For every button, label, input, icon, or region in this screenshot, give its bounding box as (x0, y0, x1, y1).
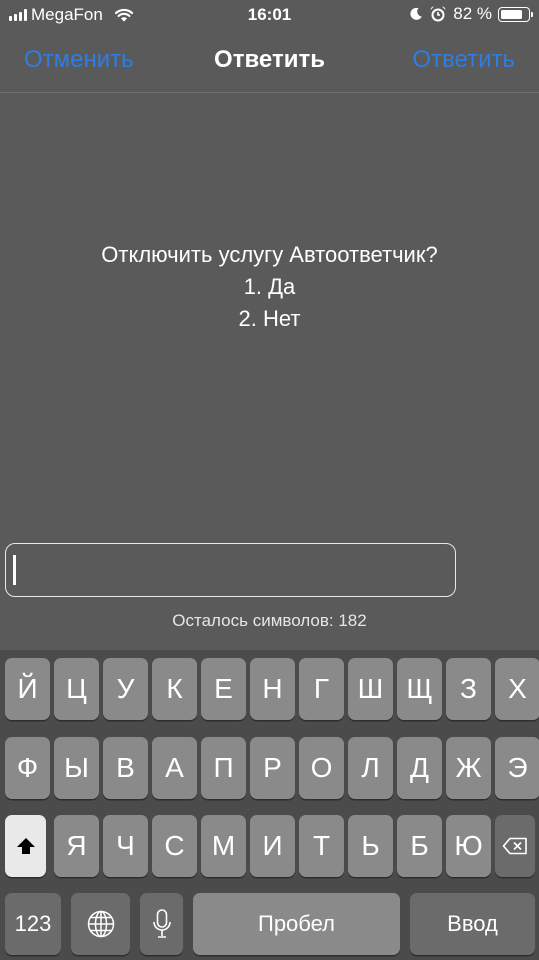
key-letter[interactable]: Я (54, 815, 99, 877)
characters-remaining: Осталось символов: 182 (172, 611, 367, 630)
key-letter[interactable]: Б (397, 815, 442, 877)
message-option-yes: 1. Да (243, 274, 296, 299)
battery-percentage: 82 % (453, 4, 492, 23)
text-cursor (13, 555, 16, 585)
key-letter[interactable]: К (152, 658, 197, 720)
key-letter[interactable]: Р (250, 737, 295, 799)
key-letter[interactable]: Ч (103, 815, 148, 877)
backspace-icon (502, 837, 527, 855)
key-letter[interactable]: Щ (397, 658, 442, 720)
dictation-key[interactable] (140, 893, 183, 955)
shift-arrow-icon (16, 838, 35, 854)
alarm-icon (430, 6, 446, 22)
key-letter[interactable]: Е (201, 658, 246, 720)
battery-icon (498, 6, 533, 22)
key-letter[interactable]: Ц (54, 658, 99, 720)
key-letter[interactable]: Г (299, 658, 344, 720)
key-letter[interactable]: Ш (348, 658, 393, 720)
key-letter[interactable]: М (201, 815, 246, 877)
globe-icon (87, 910, 114, 938)
key-letter[interactable]: З (446, 658, 491, 720)
reply-input[interactable] (5, 543, 456, 597)
space-key[interactable]: Пробел (193, 893, 400, 955)
key-letter[interactable]: П (201, 737, 246, 799)
delete-key[interactable] (495, 815, 535, 877)
key-letter[interactable]: А (152, 737, 197, 799)
key-letter[interactable]: Ю (446, 815, 491, 877)
key-letter[interactable]: Э (495, 737, 539, 799)
message-question: Отключить услугу Автоответчик? (101, 242, 438, 267)
moon-icon (410, 7, 423, 20)
key-letter[interactable]: Ы (54, 737, 99, 799)
message-option-no: 2. Нет (238, 306, 301, 331)
globe-key[interactable] (71, 893, 130, 955)
key-letter[interactable]: Ф (5, 737, 50, 799)
return-key[interactable]: Ввод (410, 893, 535, 955)
keyboard: Й Ц У К Е Н Г Ш Щ З Х Ф Ы В А П Р О Л Д … (0, 650, 539, 960)
reply-button[interactable]: Ответить (412, 46, 515, 74)
key-letter[interactable]: С (152, 815, 197, 877)
key-letter[interactable]: У (103, 658, 148, 720)
ussd-message: Отключить услугу Автоответчик? 1. Да 2. … (0, 239, 539, 335)
key-letter[interactable]: Н (250, 658, 295, 720)
key-letter[interactable]: Т (299, 815, 344, 877)
key-letter[interactable]: О (299, 737, 344, 799)
key-letter[interactable]: В (103, 737, 148, 799)
key-letter[interactable]: Д (397, 737, 442, 799)
key-letter[interactable]: Ж (446, 737, 491, 799)
microphone-icon (152, 909, 171, 938)
key-letter[interactable]: Й (5, 658, 50, 720)
shift-key[interactable] (5, 815, 46, 877)
numbers-key[interactable]: 123 (5, 893, 61, 955)
key-letter[interactable]: Ь (348, 815, 393, 877)
status-bar: MegaFon 16:01 82 % (0, 0, 539, 30)
key-letter[interactable]: Л (348, 737, 393, 799)
key-letter[interactable]: И (250, 815, 295, 877)
key-letter[interactable]: Х (495, 658, 539, 720)
navigation-bar: Отменить Ответить Ответить (0, 30, 539, 93)
